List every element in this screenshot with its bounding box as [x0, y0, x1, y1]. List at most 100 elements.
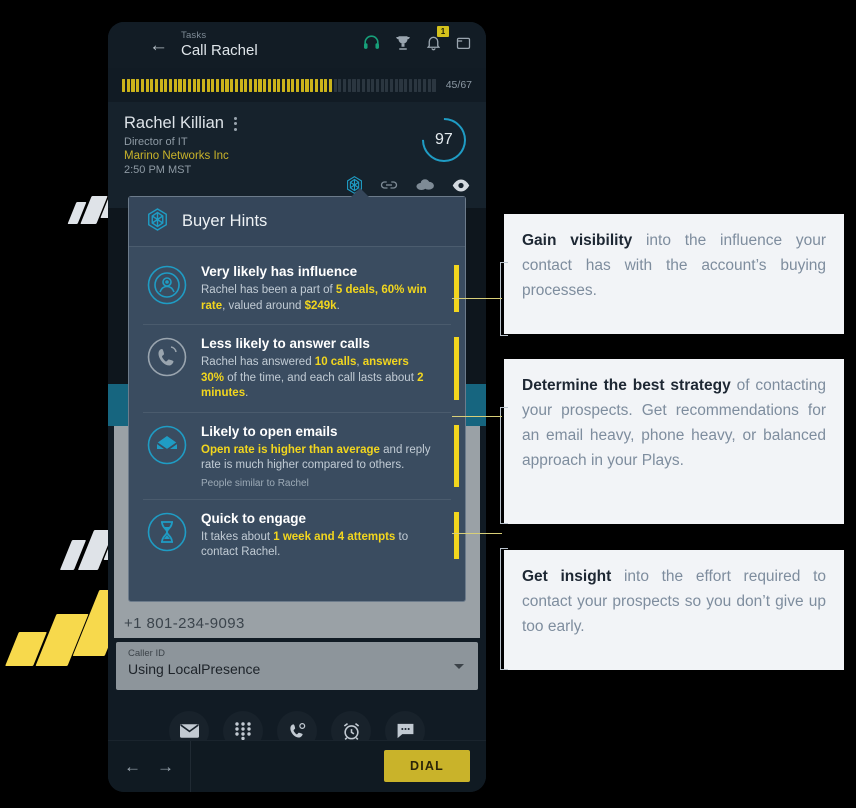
progress-tick: [291, 78, 295, 92]
progress-tick: [244, 78, 248, 92]
progress-tick: [423, 78, 427, 92]
notification-badge: 1: [437, 26, 449, 37]
hint-heading: Likely to open emails: [201, 423, 338, 439]
header-titles: Tasks Call Rachel: [181, 30, 362, 60]
callout-text: Gain visibility into the influence your …: [522, 228, 826, 303]
callout-visibility: Gain visibility into the influence your …: [504, 214, 844, 334]
next-arrow-icon[interactable]: →: [157, 757, 174, 777]
progress-tick: [399, 78, 403, 92]
progress-tick: [230, 78, 234, 92]
progress-tick: [427, 78, 431, 92]
progress-tick: [216, 78, 220, 92]
progress-tick: [239, 78, 243, 92]
progress-tick: [164, 78, 168, 92]
progress-tick: [418, 78, 422, 92]
link-icon[interactable]: [380, 178, 398, 197]
callout-bracket: [500, 548, 508, 670]
callout-bracket: [500, 407, 508, 524]
phone-number: +1 801-234-9093: [124, 615, 245, 632]
caller-id-select[interactable]: Caller ID Using LocalPresence: [116, 642, 478, 690]
progress-tick: [258, 78, 262, 92]
progress-tick: [272, 78, 276, 92]
progress-tick: [140, 78, 144, 92]
progress-tick: [136, 78, 140, 92]
page-title: Call Rachel: [181, 42, 258, 59]
phone-mockup: ← Tasks Call Rachel 1 45/67 Rachel Killi…: [108, 22, 486, 792]
callout-bold: Gain visibility: [522, 232, 633, 249]
progress-tick: [220, 78, 224, 92]
hint-accent-bar: [454, 424, 459, 487]
progress-tick: [201, 78, 206, 92]
progress-tick: [310, 78, 314, 92]
hint-body: Open rate is higher than average and rep…: [201, 443, 431, 472]
open-envelope-icon: [147, 425, 187, 465]
progress-tick: [347, 78, 351, 92]
progress-tick: [277, 78, 281, 92]
callout-bold: Get insight: [522, 568, 612, 585]
dial-button[interactable]: DIAL: [384, 750, 470, 782]
progress-tick: [343, 78, 347, 92]
hint-accent-bar: [454, 511, 459, 559]
progress-tick: [380, 78, 384, 92]
progress-tick: [150, 78, 154, 92]
eye-icon[interactable]: [452, 179, 470, 197]
progress-tick: [281, 78, 286, 92]
progress-tick: [267, 78, 271, 92]
hint-item[interactable]: Less likely to answer calls Rachel has an…: [129, 325, 465, 412]
buyer-hints-title: Buyer Hints: [182, 212, 268, 230]
hint-item[interactable]: Very likely has influence Rachel has been…: [129, 253, 465, 324]
trophy-icon[interactable]: [394, 34, 412, 57]
progress-tick: [413, 78, 417, 92]
progress-tick: [404, 78, 408, 92]
progress-tick: [253, 78, 257, 92]
progress-tick: [296, 78, 300, 92]
contact-local-time: 2:50 PM MST: [124, 164, 192, 177]
progress-tick: [366, 78, 370, 92]
hint-text: Less likely to answer calls Rachel has an…: [201, 335, 449, 402]
progress-ticks: [122, 78, 436, 92]
lead-line: [452, 533, 502, 534]
progress-tick: [324, 78, 328, 92]
hint-body: It takes about 1 week and 4 attempts to …: [201, 530, 409, 559]
progress-tick: [131, 78, 135, 92]
breadcrumb: Tasks: [181, 30, 207, 41]
progress-tick: [385, 78, 389, 92]
hint-item[interactable]: Quick to engage It takes about 1 week and…: [129, 500, 465, 571]
buyer-hints-header: Buyer Hints: [129, 197, 465, 247]
progress-tick: [187, 78, 191, 92]
progress-tick: [371, 78, 375, 92]
progress-tick: [192, 78, 196, 92]
prev-arrow-icon[interactable]: ←: [124, 757, 141, 777]
hint-note: People similar to Rachel: [201, 477, 309, 489]
progress-tick: [154, 78, 159, 92]
hourglass-icon: [147, 512, 187, 552]
hint-body: Rachel has answered 10 calls, answers 30…: [201, 356, 424, 399]
progress-tick: [122, 78, 126, 92]
window-icon[interactable]: [455, 35, 472, 56]
lead-line: [452, 298, 502, 299]
progress-tick: [352, 78, 356, 92]
contact-name: Rachel Killian: [124, 114, 224, 132]
progress-tick: [126, 78, 130, 92]
contact-company[interactable]: Marino Networks Inc: [124, 150, 470, 162]
hint-item[interactable]: Likely to open emails Open rate is higher…: [129, 413, 465, 499]
contact-summary: Rachel Killian Director of IT Marino Net…: [108, 102, 486, 208]
phone-answer-icon: [147, 337, 187, 377]
back-arrow-icon[interactable]: ←: [149, 36, 168, 55]
progress-tick: [319, 78, 323, 92]
chevron-down-icon[interactable]: [454, 664, 464, 669]
progress-tick: [206, 78, 210, 92]
phone-screen: ← Tasks Call Rachel 1 45/67 Rachel Killi…: [108, 22, 486, 792]
progress-tick: [173, 78, 177, 92]
hint-heading: Less likely to answer calls: [201, 336, 370, 351]
more-options-icon[interactable]: [234, 114, 238, 133]
screenshot-root: ← Tasks Call Rachel 1 45/67 Rachel Killi…: [0, 0, 856, 808]
callout-text: Determine the best strategy of contactin…: [522, 373, 826, 473]
hamburger-icon[interactable]: [122, 32, 139, 58]
contact-score-value: 97: [435, 131, 453, 149]
salesforce-cloud-icon[interactable]: [415, 178, 435, 197]
hint-text: Likely to open emails Open rate is higher…: [201, 423, 449, 489]
headset-icon[interactable]: [362, 33, 381, 57]
progress-tick: [145, 78, 149, 92]
header-actions: 1: [362, 26, 472, 57]
